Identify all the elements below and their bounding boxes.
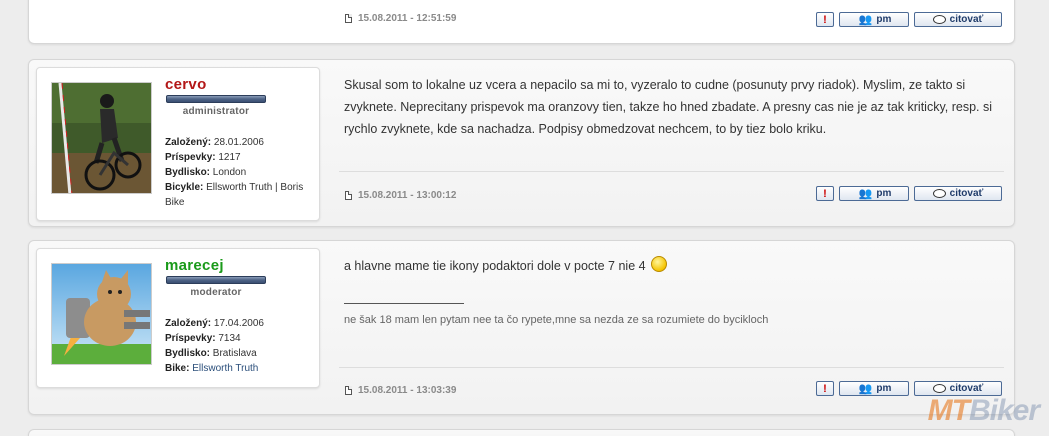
quote-button[interactable]: citovať bbox=[914, 186, 1002, 201]
document-icon bbox=[345, 191, 352, 200]
forum-post: marecej moderator Založený: 17.04.2006 P… bbox=[28, 240, 1015, 415]
avatar[interactable] bbox=[51, 263, 152, 365]
info-value: London bbox=[212, 167, 247, 178]
users-icon: 👥 bbox=[858, 188, 873, 200]
user-info: Založený: 17.04.2006 Príspevky: 7134 Byd… bbox=[165, 316, 315, 376]
forum-thread: 15.08.2011 - 12:51:59 ! 👥 pm citovať cer… bbox=[0, 0, 1049, 436]
forum-post: cervo administrator Založený: 28.01.2006… bbox=[28, 59, 1015, 227]
post-meta: 15.08.2011 - 13:00:12 bbox=[345, 190, 456, 201]
info-value: 28.01.2006 bbox=[213, 137, 264, 148]
info-value: Bratislava bbox=[212, 348, 257, 359]
forum-post: 15.08.2011 - 12:51:59 ! 👥 pm citovať bbox=[28, 0, 1015, 44]
info-label: Bicykle: bbox=[165, 182, 204, 193]
post-timestamp: 15.08.2011 - 13:00:12 bbox=[358, 190, 457, 201]
username[interactable]: cervo bbox=[165, 76, 207, 93]
post-meta: 15.08.2011 - 12:51:59 bbox=[345, 13, 456, 24]
post-meta: 15.08.2011 - 13:03:39 bbox=[345, 385, 456, 396]
rank-bar bbox=[166, 276, 266, 284]
exclamation-icon: ! bbox=[823, 13, 827, 26]
report-button[interactable]: ! bbox=[816, 381, 834, 396]
user-profile-box: cervo administrator Založený: 28.01.2006… bbox=[36, 67, 320, 221]
info-value: 7134 bbox=[218, 333, 241, 344]
post-timestamp: 15.08.2011 - 13:03:39 bbox=[358, 385, 457, 396]
pm-button[interactable]: 👥 pm bbox=[839, 12, 909, 27]
info-label: Príspevky: bbox=[165, 333, 216, 344]
quote-button[interactable]: citovať bbox=[914, 12, 1002, 27]
post-content: Skusal som to lokalne uz vcera a nepacil… bbox=[344, 78, 993, 136]
jetpack-cat-cartoon-icon bbox=[52, 264, 151, 364]
user-info: Založený: 28.01.2006 Príspevky: 1217 Byd… bbox=[165, 135, 315, 210]
users-icon: 👥 bbox=[858, 383, 873, 395]
info-label: Založený: bbox=[165, 137, 212, 148]
post-timestamp: 15.08.2011 - 12:51:59 bbox=[358, 13, 457, 24]
user-rank: administrator bbox=[182, 106, 250, 117]
post-content: a hlavne mame tie ikony podaktori dole v… bbox=[344, 255, 1009, 277]
post-actions: ! 👥 pm citovať bbox=[816, 186, 1002, 201]
info-label: Bike: bbox=[165, 363, 190, 374]
info-value: 17.04.2006 bbox=[213, 318, 264, 329]
signature-divider bbox=[344, 303, 464, 304]
username[interactable]: marecej bbox=[165, 257, 224, 274]
info-value[interactable]: Ellsworth Truth bbox=[192, 363, 258, 374]
rank-bar bbox=[166, 95, 266, 103]
info-label: Založený: bbox=[165, 318, 212, 329]
document-icon bbox=[345, 386, 352, 395]
site-logo-watermark: MT Biker bbox=[927, 394, 1040, 427]
forum-post bbox=[28, 429, 1015, 436]
info-value: 1217 bbox=[218, 152, 241, 163]
user-profile-box: marecej moderator Založený: 17.04.2006 P… bbox=[36, 248, 320, 388]
info-label: Bydlisko: bbox=[165, 167, 211, 178]
info-label: Bydlisko: bbox=[165, 348, 211, 359]
smiley-icon bbox=[651, 256, 668, 272]
divider bbox=[339, 171, 1004, 172]
exclamation-icon: ! bbox=[823, 382, 827, 395]
pm-button[interactable]: 👥 pm bbox=[839, 186, 909, 201]
post-actions: ! 👥 pm citovať bbox=[816, 12, 1002, 27]
user-rank: moderator bbox=[190, 287, 242, 298]
signature: ne šak 18 mam len pytam nee ta čo rypete… bbox=[344, 314, 769, 326]
report-button[interactable]: ! bbox=[816, 12, 834, 27]
speech-bubble-icon bbox=[932, 15, 946, 24]
divider bbox=[339, 367, 1004, 368]
info-label: Príspevky: bbox=[165, 152, 216, 163]
users-icon: 👥 bbox=[858, 14, 873, 26]
pm-button[interactable]: 👥 pm bbox=[839, 381, 909, 396]
report-button[interactable]: ! bbox=[816, 186, 834, 201]
speech-bubble-icon bbox=[932, 384, 946, 393]
mountain-biker-photo-icon bbox=[52, 83, 151, 193]
document-icon bbox=[345, 14, 352, 23]
exclamation-icon: ! bbox=[823, 187, 827, 200]
avatar[interactable] bbox=[51, 82, 152, 194]
speech-bubble-icon bbox=[932, 189, 946, 198]
